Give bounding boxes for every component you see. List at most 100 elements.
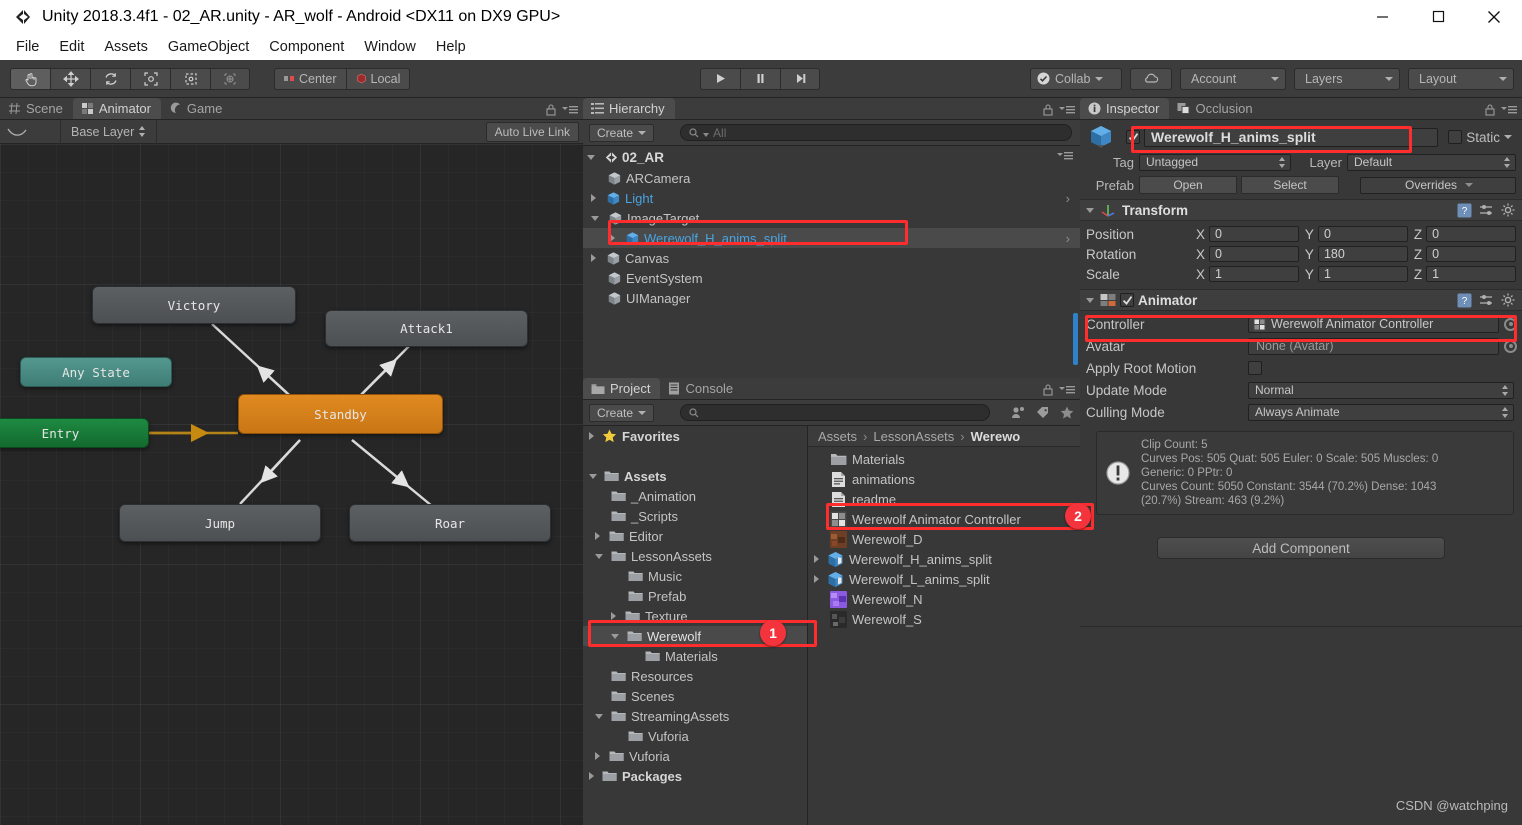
animator-state-graph[interactable]: Victory Attack1 Any State Standby Entry … xyxy=(0,144,583,825)
controller-picker-icon[interactable] xyxy=(1504,317,1517,331)
maximize-button[interactable] xyxy=(1410,0,1466,33)
hierarchy-item-werewolf-h-anims-split[interactable]: Werewolf_H_anims_split › xyxy=(583,228,1080,248)
base-layer-selector[interactable]: Base Layer xyxy=(60,119,158,144)
hierarchy-create-button[interactable]: Create xyxy=(589,123,655,142)
add-component-button[interactable]: Add Component xyxy=(1157,537,1445,559)
prefab-open-button[interactable]: Open xyxy=(1139,176,1237,194)
gameobject-name-input[interactable]: Werewolf_H_anims_split xyxy=(1144,127,1439,147)
layout-button[interactable]: Layout xyxy=(1408,67,1514,90)
tab-project[interactable]: Project xyxy=(583,378,661,399)
chevron-down-icon[interactable] xyxy=(1086,297,1094,303)
hierarchy-search-input[interactable]: All xyxy=(680,124,1072,141)
breadcrumb-lessonassets[interactable]: LessonAssets xyxy=(873,429,954,444)
hierarchy-item-light[interactable]: Light › xyxy=(583,188,1080,208)
scale-tool-button[interactable] xyxy=(130,67,170,90)
prefab-open-chevron-icon[interactable]: › xyxy=(1066,191,1070,206)
position-x-input[interactable]: 0 xyxy=(1209,226,1299,242)
project-tree-animation[interactable]: _Animation xyxy=(583,486,807,506)
asset-row-materials[interactable]: Materials xyxy=(808,449,1080,469)
move-tool-button[interactable] xyxy=(50,67,90,90)
update-mode-dropdown[interactable]: Normal xyxy=(1248,381,1514,399)
minimize-button[interactable] xyxy=(1354,0,1410,33)
controller-object-field[interactable]: Werewolf Animator Controller xyxy=(1248,315,1499,333)
avatar-picker-icon[interactable] xyxy=(1504,339,1517,353)
step-button[interactable] xyxy=(780,67,820,90)
menu-file[interactable]: File xyxy=(6,39,49,55)
menu-help[interactable]: Help xyxy=(426,39,476,55)
position-z-input[interactable]: 0 xyxy=(1426,226,1516,242)
project-tree-scripts[interactable]: _Scripts xyxy=(583,506,807,526)
gear-icon[interactable] xyxy=(1501,293,1516,308)
component-header-transform[interactable]: Transform ? xyxy=(1080,199,1522,221)
menu-assets[interactable]: Assets xyxy=(94,39,158,55)
layer-dropdown[interactable]: Default xyxy=(1347,153,1516,171)
help-icon[interactable]: ? xyxy=(1457,203,1472,218)
chevron-down-icon[interactable] xyxy=(591,215,599,221)
menu-edit[interactable]: Edit xyxy=(49,39,94,55)
menu-gameobject[interactable]: GameObject xyxy=(158,39,259,55)
static-checkbox[interactable] xyxy=(1448,130,1463,144)
state-node-attack1[interactable]: Attack1 xyxy=(325,310,528,347)
state-node-any-state[interactable]: Any State xyxy=(20,357,172,387)
play-button[interactable] xyxy=(700,67,740,90)
hierarchy-scene-row[interactable]: 02_AR xyxy=(583,146,1080,168)
chevron-down-icon[interactable] xyxy=(1504,135,1512,139)
gear-icon[interactable] xyxy=(1501,203,1516,218)
cloud-button[interactable] xyxy=(1130,67,1172,90)
preset-icon[interactable] xyxy=(1479,293,1494,308)
gameobject-enabled-checkbox[interactable] xyxy=(1126,130,1140,144)
favorites-star-icon[interactable] xyxy=(1060,406,1074,420)
state-node-victory[interactable]: Victory xyxy=(92,286,296,324)
project-tree-packages[interactable]: Packages xyxy=(583,766,807,786)
project-tree-editor[interactable]: Editor xyxy=(583,526,807,546)
scale-x-input[interactable]: 1 xyxy=(1209,266,1299,282)
hierarchy-item-canvas[interactable]: Canvas xyxy=(583,248,1080,268)
hierarchy-item-arcamera[interactable]: ARCamera xyxy=(583,168,1080,188)
menu-component[interactable]: Component xyxy=(259,39,354,55)
hierarchy-tree[interactable]: 02_AR ARCamera Light › ImageTarget Werew… xyxy=(583,146,1080,378)
chevron-down-icon[interactable] xyxy=(611,633,619,639)
animator-enabled-checkbox[interactable] xyxy=(1120,293,1134,307)
project-tree-lessonassets[interactable]: LessonAssets xyxy=(583,546,807,566)
project-tree-assets[interactable]: Assets xyxy=(583,466,807,486)
project-asset-list[interactable]: Assets › LessonAssets › Werewo Materials… xyxy=(808,426,1080,825)
chevron-right-icon[interactable] xyxy=(595,752,600,760)
project-tree-favorites[interactable]: Favorites xyxy=(583,426,807,446)
chevron-right-icon[interactable] xyxy=(589,432,594,440)
project-tree-vuforia-sub[interactable]: Vuforia xyxy=(583,726,807,746)
state-node-entry[interactable]: Entry xyxy=(0,418,149,448)
state-node-roar[interactable]: Roar xyxy=(349,504,551,542)
chevron-right-icon[interactable] xyxy=(595,532,600,540)
asset-row-werewolf-d[interactable]: Werewolf_D xyxy=(808,529,1080,549)
prefab-open-chevron-icon[interactable]: › xyxy=(1066,231,1070,246)
chevron-right-icon[interactable] xyxy=(591,254,596,262)
filter-by-type-icon[interactable] xyxy=(1011,406,1026,420)
chevron-right-icon[interactable] xyxy=(610,234,615,242)
chevron-down-icon[interactable] xyxy=(589,473,597,479)
project-tree-prefab[interactable]: Prefab xyxy=(583,586,807,606)
asset-row-animations[interactable]: animations xyxy=(808,469,1080,489)
chevron-down-icon[interactable] xyxy=(595,553,603,559)
rect-tool-button[interactable] xyxy=(170,67,210,90)
layers-button[interactable]: Layers xyxy=(1294,67,1400,90)
tab-game[interactable]: Game xyxy=(161,98,232,119)
apply-root-motion-checkbox[interactable] xyxy=(1248,361,1262,375)
position-y-input[interactable]: 0 xyxy=(1317,226,1408,242)
hierarchy-item-uimanager[interactable]: UIManager xyxy=(583,288,1080,308)
project-tree-scenes[interactable]: Scenes xyxy=(583,686,807,706)
asset-row-werewolf-h-anims-split[interactable]: Werewolf_H_anims_split xyxy=(808,549,1080,569)
chevron-down-icon[interactable] xyxy=(595,713,603,719)
state-node-standby[interactable]: Standby xyxy=(238,394,443,434)
breadcrumb-assets[interactable]: Assets xyxy=(818,429,857,444)
hierarchy-scrollbar[interactable] xyxy=(1073,313,1078,365)
chevron-right-icon[interactable] xyxy=(589,772,594,780)
project-create-button[interactable]: Create xyxy=(589,403,655,422)
collab-button[interactable]: Collab xyxy=(1030,67,1122,90)
asset-row-werewolf-s[interactable]: Werewolf_S xyxy=(808,609,1080,629)
project-tree-materials[interactable]: Materials xyxy=(583,646,807,666)
breadcrumb-werewolf[interactable]: Werewo xyxy=(971,429,1021,444)
chevron-down-icon[interactable] xyxy=(1086,207,1094,213)
project-tree-resources[interactable]: Resources xyxy=(583,666,807,686)
menu-window[interactable]: Window xyxy=(354,39,426,55)
tab-hierarchy[interactable]: Hierarchy xyxy=(583,98,675,119)
